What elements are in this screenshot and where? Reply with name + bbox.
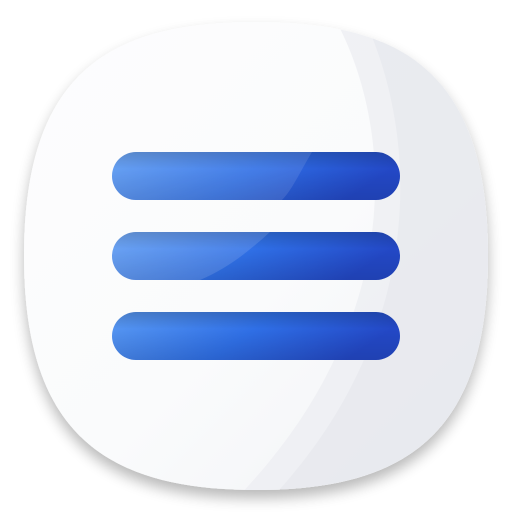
menu-bar-top <box>112 152 400 200</box>
hamburger-menu-icon <box>112 152 400 360</box>
menu-bar-bottom <box>112 312 400 360</box>
app-icon[interactable] <box>0 0 512 512</box>
menu-bar-middle <box>112 232 400 280</box>
app-icon-canvas <box>0 0 512 512</box>
